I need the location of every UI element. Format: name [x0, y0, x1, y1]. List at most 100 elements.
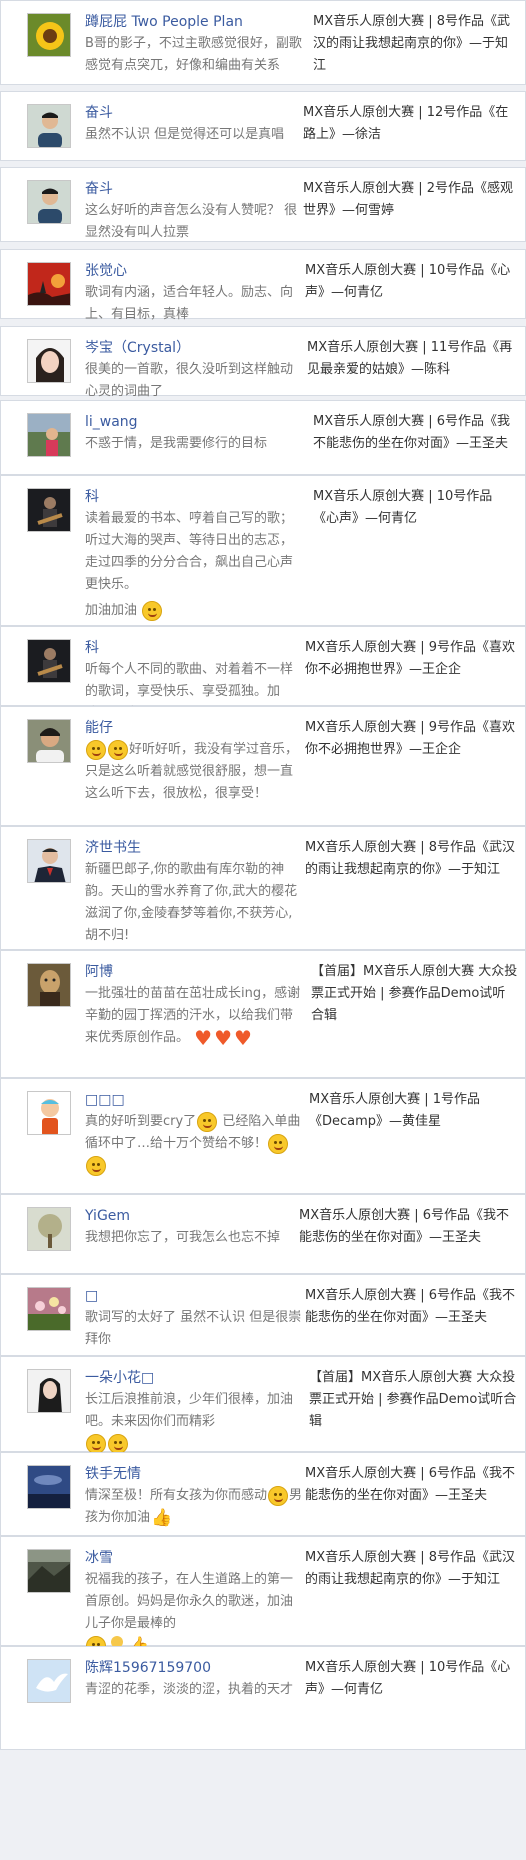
comment-text: 我想把你忘了，可我怎么也忘不掉	[85, 1230, 281, 1245]
comment-cheer: 加油加油	[85, 603, 138, 618]
article-link[interactable]: MX音乐人原创大赛 | 9号作品《喜欢你不必拥抱世界》—王企企	[305, 717, 518, 761]
article-link[interactable]: 【首届】MX音乐人原创大赛 大众投票正式开始 | 参赛作品Demo试听合辑	[309, 1367, 518, 1433]
comment-text: 祝福我的孩子，在人生道路上的第一首原创。妈妈是你永久的歌迷，加油儿子你是最棒的 …	[85, 1569, 305, 1657]
sky-avatar[interactable]	[27, 1465, 71, 1509]
bird-avatar[interactable]	[27, 1659, 71, 1703]
heart-icon: ♥	[234, 1025, 252, 1050]
article-link[interactable]: 【首届】MX音乐人原创大赛 大众投票正式开始 | 参赛作品Demo试听合辑	[311, 961, 518, 1027]
article-link[interactable]: MX音乐人原创大赛 | 6号作品《我不能悲伤的坐在你对面》—王圣夫	[305, 1463, 518, 1507]
comment-card: 阿博 一批强壮的苗苗在茁壮成长ing，感谢辛勤的园丁挥洒的汗水，以给我们带来优秀…	[0, 950, 526, 1078]
painting-avatar[interactable]	[27, 963, 71, 1007]
heart-icon: ♥	[194, 1025, 213, 1050]
tree-avatar[interactable]	[27, 1207, 71, 1251]
comment-card: 奋斗 虽然不认识 但是觉得还可以是真唱 MX音乐人原创大赛 | 12号作品《在路…	[0, 91, 526, 161]
article-link[interactable]: MX音乐人原创大赛 | 1号作品《Decamp》—黄佳星	[309, 1089, 518, 1133]
commenter-name[interactable]: 岑宝（Crystal）	[85, 337, 305, 359]
child-avatar[interactable]	[27, 413, 71, 457]
comment-card: 蹲屁屁 Two People Plan B哥的影子，不过主歌感觉很好，副歌感觉有…	[0, 0, 526, 85]
article-link[interactable]: MX音乐人原创大赛 | 11号作品《再见最亲爱的姑娘》—陈科	[307, 337, 518, 381]
grin-emoji-icon	[268, 1133, 289, 1154]
girl-avatar[interactable]	[27, 339, 71, 383]
commenter-name[interactable]: 能仔	[85, 717, 305, 739]
comment-text: 读着最爱的书本、哼着自己写的歌；听过大海的哭声、等待日出的志忑，走过四季的分分合…	[85, 508, 305, 622]
article-link[interactable]: MX音乐人原创大赛 | 10号作品《心声》—何青亿	[305, 260, 518, 304]
comment-card: □ 歌词写的太好了 虽然不认识 但是很崇拜你 MX音乐人原创大赛 | 6号作品《…	[0, 1274, 526, 1356]
commenter-name[interactable]: 奋斗	[85, 178, 305, 200]
commenter-name[interactable]: □□□	[85, 1089, 305, 1111]
commenter-name[interactable]: 铁手无情	[85, 1463, 305, 1485]
commenter-name[interactable]: 科	[85, 486, 305, 508]
article-link[interactable]: MX音乐人原创大赛 | 6号作品《我不能悲伤的坐在你对面》—王圣夫	[305, 1285, 518, 1329]
guitarist-avatar[interactable]	[27, 639, 71, 683]
thumbs-up-icon: 👍	[151, 1507, 173, 1528]
article-link[interactable]: MX音乐人原创大赛 | 9号作品《喜欢你不必拥抱世界》—王企企	[305, 637, 518, 681]
commenter-name[interactable]: li_wang	[85, 411, 305, 433]
comment-text: 不惑于情，是我需要修行的目标	[85, 436, 268, 451]
comment-card: 陈辉15967159700 青涩的花季，淡淡的涩，执着的天才 MX音乐人原创大赛…	[0, 1646, 526, 1750]
comment-text: 青涩的花季，淡淡的涩，执着的天才	[85, 1682, 294, 1697]
comment-card: 一朵小花□ 长江后浪推前浪，少年们很棒，加油吧。未来因你们而精彩 【首届】MX音…	[0, 1356, 526, 1455]
commenter-name[interactable]: 一朵小花□	[85, 1367, 305, 1389]
comment-card: 济世书生 新疆巴郎子,你的歌曲有库尔勒的神韵。天山的雪水养育了你,武大的樱花滋润…	[0, 826, 526, 950]
comment-card: li_wang 不惑于情，是我需要修行的目标 MX音乐人原创大赛 | 6号作品《…	[0, 400, 526, 475]
comment-body: 祝福我的孩子，在人生道路上的第一首原创。妈妈是你永久的歌迷，加油儿子你是最棒的	[85, 1572, 294, 1631]
article-link[interactable]: MX音乐人原创大赛 | 12号作品《在路上》—徐洁	[303, 102, 518, 146]
commenter-name[interactable]: □	[85, 1285, 305, 1307]
comment-body: 真的好听到要cry了	[85, 1114, 197, 1129]
cartoon-avatar[interactable]	[27, 1091, 71, 1135]
comment-card: 科 听每个人不同的歌曲、对着着不一样的歌词，享受快乐、享受孤独。加油、加油！ M…	[0, 626, 526, 721]
grin-emoji-icon	[86, 1155, 106, 1176]
comment-body: 一批强壮的苗苗在茁壮成长ing，感谢辛勤的园丁挥洒的汗水，以给我们带来优秀原创作…	[85, 986, 301, 1045]
flowers-avatar[interactable]	[27, 1287, 71, 1331]
grin-emoji-icon	[142, 600, 163, 621]
young-man-avatar[interactable]	[27, 180, 71, 224]
comment-text: 歌词写的太好了 虽然不认识 但是很崇拜你	[85, 1310, 302, 1347]
article-link[interactable]: MX音乐人原创大赛 | 6号作品《我不能悲伤的坐在你对面》—王圣夫	[313, 411, 518, 455]
commenter-name[interactable]: YiGem	[85, 1205, 305, 1227]
comment-text: 很美的一首歌，很久没听到这样触动心灵的词曲了	[85, 362, 294, 399]
article-link[interactable]: MX音乐人原创大赛 | 8号作品《武汉的雨让我想起南京的你》—于知江	[313, 11, 518, 77]
commenter-name[interactable]: 奋斗	[85, 102, 305, 124]
article-link[interactable]: MX音乐人原创大赛 | 10号作品《心声》—何青亿	[305, 1657, 518, 1701]
comment-body: 长江后浪推前浪，少年们很棒，加油吧。未来因你们而精彩	[85, 1392, 294, 1429]
suit-man-avatar[interactable]	[27, 839, 71, 883]
guitarist-avatar[interactable]	[27, 488, 71, 532]
comment-text: B哥的影子，不过主歌感觉很好，副歌感觉有点突兀，好像和编曲有关系	[85, 36, 302, 73]
comment-card: □□□ 真的好听到要cry了 已经陷入单曲循环中了…给十万个赞给不够！ MX音乐…	[0, 1078, 526, 1194]
article-link[interactable]: MX音乐人原创大赛 | 8号作品《武汉的雨让我想起南京的你》—于知江	[305, 1547, 518, 1591]
article-link[interactable]: MX音乐人原创大赛 | 6号作品《我不能悲伤的坐在你对面》—王圣夫	[299, 1205, 518, 1249]
commenter-name[interactable]: 济世书生	[85, 837, 305, 859]
commenter-name[interactable]: 张觉心	[85, 260, 305, 282]
comment-card: 铁手无情 情深至极！所有女孩为你而感动 男孩为你加油👍 MX音乐人原创大赛 | 6…	[0, 1452, 526, 1536]
commenter-name[interactable]: 科	[85, 637, 305, 659]
comment-text: 长江后浪推前浪，少年们很棒，加油吧。未来因你们而精彩	[85, 1389, 305, 1455]
comment-text: 真的好听到要cry了 已经陷入单曲循环中了…给十万个赞给不够！	[85, 1111, 305, 1177]
commenter-name[interactable]: 蹲屁屁 Two People Plan	[85, 11, 305, 33]
commenter-name[interactable]: 陈辉15967159700	[85, 1657, 305, 1679]
comment-card: 奋斗 这么好听的声音怎么没有人赞呢？ 很显然没有叫人拉票 MX音乐人原创大赛 |…	[0, 167, 526, 242]
grin-emoji-icon	[197, 1111, 218, 1132]
comment-text: 好听好听，我没有学过音乐，只是这么听着就感觉很舒服，想一直这么听下去，很放松，很…	[85, 739, 305, 805]
sunset-avatar[interactable]	[27, 262, 71, 306]
comment-text: 这么好听的声音怎么没有人赞呢？ 很显然没有叫人拉票	[85, 203, 298, 240]
woman-avatar[interactable]	[27, 1369, 71, 1413]
commenter-name[interactable]: 冰雪	[85, 1547, 305, 1569]
article-link[interactable]: MX音乐人原创大赛 | 2号作品《感观世界》—何雪婷	[303, 178, 518, 222]
comment-card: 能仔 好听好听，我没有学过音乐，只是这么听着就感觉很舒服，想一直这么听下去，很放…	[0, 706, 526, 826]
comment-card: 科 读着最爱的书本、哼着自己写的歌；听过大海的哭声、等待日出的志忑，走过四季的分…	[0, 475, 526, 626]
man-avatar[interactable]	[27, 719, 71, 763]
comment-text: 歌词有内涵，适合年轻人。励志、向上、有目标，真棒	[85, 285, 294, 322]
sunflower-avatar[interactable]	[27, 13, 71, 57]
heart-icon: ♥	[214, 1025, 233, 1050]
comment-body: 情深至极！所有女孩为你而感动	[85, 1488, 268, 1503]
grin-emoji-icon	[268, 1485, 289, 1506]
grin-emoji-icon	[86, 1433, 106, 1454]
commenter-name[interactable]: 阿博	[85, 961, 305, 983]
article-link[interactable]: MX音乐人原创大赛 | 10号作品《心声》—何青亿	[313, 486, 518, 530]
comment-text: 情深至极！所有女孩为你而感动 男孩为你加油👍	[85, 1485, 305, 1529]
article-link[interactable]: MX音乐人原创大赛 | 8号作品《武汉的雨让我想起南京的你》—于知江	[305, 837, 518, 881]
comment-body: 读着最爱的书本、哼着自己写的歌；听过大海的哭声、等待日出的志忑，走过四季的分分合…	[85, 511, 294, 592]
landscape-avatar[interactable]	[27, 1549, 71, 1593]
young-man-avatar[interactable]	[27, 104, 71, 148]
grin-emoji-icon	[108, 739, 128, 760]
